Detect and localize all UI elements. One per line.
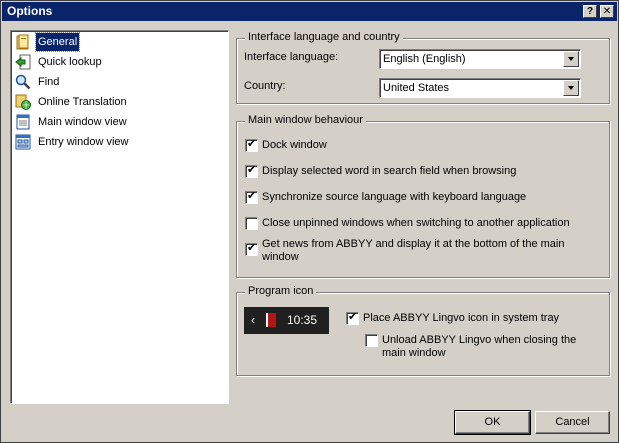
display-selected-word-label[interactable]: Display selected word in search field wh… <box>262 165 516 178</box>
interface-language-value: English (English) <box>383 53 466 65</box>
close-unpinned-checkbox[interactable] <box>245 217 258 230</box>
sidebar-item-label: Quick lookup <box>38 56 102 68</box>
country-label: Country: <box>244 80 286 92</box>
category-list[interactable]: General Quick lookup Find Online Transla… <box>10 30 229 404</box>
dock-window-label[interactable]: Dock window <box>262 139 327 152</box>
place-icon-label[interactable]: Place ABBYY Lingvo icon in system tray <box>363 312 559 325</box>
system-tray-preview: ‹ 10:35 <box>244 307 329 334</box>
options-dialog: Options ? ✕ General Quick lookup Find On… <box>0 0 619 443</box>
online-translation-icon <box>15 94 31 110</box>
cancel-button[interactable]: Cancel <box>535 411 610 434</box>
close-button[interactable]: ✕ <box>600 5 614 18</box>
sidebar-item-label: General <box>34 32 81 52</box>
quick-lookup-icon <box>15 54 31 70</box>
synchronize-language-checkbox[interactable] <box>245 190 258 204</box>
interface-language-label: Interface language: <box>244 51 339 63</box>
country-select[interactable]: United States <box>379 78 581 98</box>
close-unpinned-label[interactable]: Close unpinned windows when switching to… <box>262 217 570 230</box>
dock-window-checkbox[interactable] <box>245 138 258 152</box>
chevron-down-icon[interactable] <box>563 80 579 96</box>
place-icon-checkbox[interactable] <box>346 311 359 325</box>
sidebar-item-label: Entry window view <box>38 136 129 148</box>
window-title: Options <box>7 4 53 18</box>
group-title: Interface language and country <box>245 31 403 43</box>
ok-button[interactable]: OK <box>454 410 531 435</box>
sidebar-item-label: Main window view <box>38 116 127 128</box>
chevron-down-icon[interactable] <box>563 51 579 67</box>
sidebar-item-label: Find <box>38 76 60 88</box>
help-button[interactable]: ? <box>583 5 597 18</box>
tray-clock: 10:35 <box>287 313 318 327</box>
group-title: Main window behaviour <box>245 114 366 126</box>
general-icon <box>16 34 29 50</box>
interface-language-select[interactable]: English (English) <box>379 49 581 69</box>
synchronize-language-label[interactable]: Synchronize source language with keyboar… <box>262 191 526 204</box>
get-news-label[interactable]: Get news from ABBYY and display it at th… <box>262 238 582 264</box>
unload-checkbox[interactable] <box>365 334 378 347</box>
main-window-view-icon <box>16 114 30 130</box>
country-value: United States <box>383 82 450 94</box>
lingvo-book-icon <box>266 313 276 327</box>
chevron-left-icon: ‹ <box>251 313 255 327</box>
get-news-checkbox[interactable] <box>245 242 258 256</box>
find-icon <box>15 74 31 90</box>
entry-window-view-icon <box>15 134 31 150</box>
unload-label[interactable]: Unload ABBYY Lingvo when closing the mai… <box>382 334 602 360</box>
display-selected-word-checkbox[interactable] <box>245 164 258 178</box>
group-title: Program icon <box>245 285 317 297</box>
title-bar[interactable]: Options ? ✕ <box>2 2 617 21</box>
sidebar-item-label: Online Translation <box>38 96 127 108</box>
